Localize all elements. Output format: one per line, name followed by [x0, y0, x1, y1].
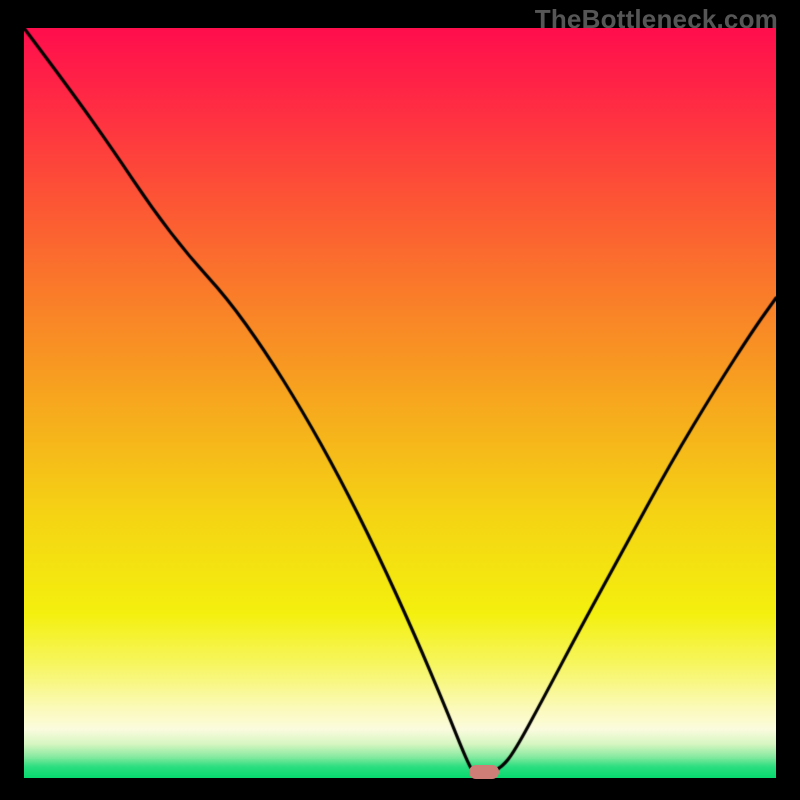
bottleneck-curve	[24, 28, 776, 778]
plot-area	[24, 28, 776, 778]
chart-frame: TheBottleneck.com	[0, 0, 800, 800]
optimal-marker	[469, 765, 499, 779]
